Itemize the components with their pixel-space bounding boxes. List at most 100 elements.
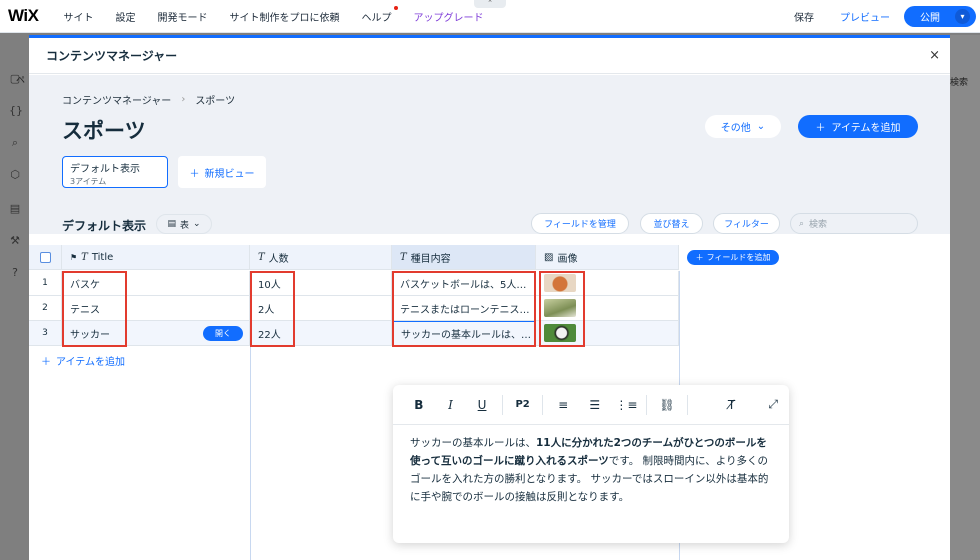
- nav-help-label: ヘルプ: [361, 12, 392, 24]
- row-number: 1: [29, 271, 62, 296]
- page-title: スポーツ: [62, 119, 146, 143]
- view-card-name: デフォルト表示: [70, 164, 140, 175]
- sort-button[interactable]: 並び替え: [640, 213, 703, 234]
- nav-help[interactable]: ヘルプ: [350, 5, 402, 24]
- bullet-list-icon[interactable]: ☰: [579, 398, 611, 412]
- wix-top-bar: WiX サイト 設定 開発モード サイト制作をプロに依頼 ヘルプ アップグレード…: [0, 0, 980, 33]
- header-image[interactable]: ▨ 画像: [536, 245, 679, 270]
- top-right-actions: 保存 プレビュー 公開 ▾: [782, 5, 980, 27]
- row-number: 2: [29, 296, 62, 321]
- filter-button[interactable]: フィルター: [713, 213, 780, 234]
- add-item-button[interactable]: ＋ アイテムを追加: [798, 115, 918, 138]
- nav-site[interactable]: サイト: [52, 9, 104, 24]
- editor-right-strip: 検索: [950, 35, 980, 560]
- chevron-down-icon: ⌄: [756, 121, 766, 132]
- new-view-button[interactable]: ＋ 新規ビュー: [178, 156, 266, 188]
- chevron-down-icon[interactable]: ▾: [955, 8, 970, 24]
- collapse-toolbar-tab[interactable]: ⌃: [474, 0, 506, 8]
- add-item-label: アイテムを追加: [831, 123, 901, 134]
- rte-content[interactable]: サッカーの基本ルールは、11人に分かれた2つのチームがひとつのボールを使って互い…: [393, 425, 789, 515]
- manage-fields-button[interactable]: フィールドを管理: [531, 213, 629, 234]
- highlight-box-count: [250, 271, 295, 347]
- nav-upgrade[interactable]: アップグレード: [402, 9, 494, 24]
- view-title: デフォルト表示: [62, 219, 147, 233]
- paragraph-style-button[interactable]: P2: [507, 399, 539, 410]
- plus-icon: ＋: [41, 357, 51, 368]
- code-icon[interactable]: {}: [9, 105, 23, 117]
- search-placeholder: 検索: [809, 220, 828, 230]
- highlight-box-desc: [392, 271, 536, 347]
- bold-button[interactable]: B: [403, 398, 435, 412]
- underlay-text-left: ペ: [16, 76, 26, 86]
- plus-icon: ＋: [189, 168, 200, 180]
- modal-header: コンテンツマネージャー: [29, 38, 950, 74]
- toolbar-divider: [542, 394, 544, 415]
- nav-hire-pro[interactable]: サイト制作をプロに依頼: [218, 9, 350, 24]
- rte-toolbar: B I U P2 ≡ ☰ ⋮≡ ⛓ T̸ ⤢: [393, 385, 789, 425]
- search-icon: ⌕: [799, 218, 805, 229]
- underlay-text-right: 検索: [950, 78, 969, 88]
- breadcrumb-root[interactable]: コンテンツマネージャー: [62, 92, 171, 107]
- flag-icon: ⚑: [70, 252, 78, 262]
- new-view-label: 新規ビュー: [204, 168, 255, 180]
- nav-dev-mode[interactable]: 開発モード: [146, 9, 218, 24]
- numbered-list-icon[interactable]: ⋮≡: [611, 398, 643, 412]
- highlight-box-title: [62, 271, 127, 347]
- header-count[interactable]: T 人数: [250, 245, 392, 270]
- select-all-cell: [29, 245, 62, 270]
- add-item-row[interactable]: ＋ アイテムを追加: [41, 353, 125, 368]
- rte-text-before: サッカーの基本ルールは、: [410, 437, 536, 449]
- plus-icon: ＋: [695, 253, 704, 262]
- add-item-row-label: アイテムを追加: [56, 357, 125, 368]
- preview-button[interactable]: プレビュー: [826, 9, 904, 24]
- more-actions-button[interactable]: その他 ⌄: [705, 115, 781, 138]
- chevron-right-icon: ›: [181, 94, 186, 105]
- search-input[interactable]: ⌕ 検索: [790, 213, 918, 234]
- expand-icon[interactable]: ⤢: [757, 397, 789, 412]
- nav-settings[interactable]: 設定: [104, 9, 146, 24]
- align-left-icon[interactable]: ≡: [547, 398, 579, 412]
- breadcrumb: コンテンツマネージャー › スポーツ: [62, 92, 235, 107]
- clear-format-icon[interactable]: T̸: [716, 398, 748, 412]
- save-button[interactable]: 保存: [782, 9, 826, 24]
- add-field-button[interactable]: ＋ フィールドを追加: [687, 250, 779, 265]
- underline-button[interactable]: U: [466, 398, 498, 412]
- package-icon[interactable]: ⬡: [9, 169, 21, 181]
- header-desc[interactable]: T 種目内容: [392, 245, 536, 270]
- plus-icon: ＋: [815, 123, 826, 134]
- layout-select[interactable]: ▤ 表 ⌄: [156, 214, 212, 234]
- wix-logo[interactable]: WiX: [0, 6, 52, 26]
- chevron-down-icon: ⌄: [192, 219, 201, 229]
- column-divider: [250, 347, 251, 560]
- highlight-box-image: [539, 271, 585, 347]
- header-count-label: 人数: [268, 253, 289, 265]
- header-image-label: 画像: [557, 253, 578, 265]
- toolbar-divider: [686, 394, 688, 415]
- header-title-label: Title: [91, 251, 114, 263]
- toolbar-divider: [646, 394, 648, 415]
- search-icon[interactable]: ⌕: [9, 137, 21, 149]
- header-title[interactable]: ⚑ T Title: [62, 245, 250, 270]
- italic-button[interactable]: I: [435, 398, 467, 412]
- database-icon[interactable]: ▤: [9, 203, 21, 215]
- add-field-label: フィールドを追加: [706, 253, 771, 262]
- image-type-icon: ▨: [544, 251, 554, 263]
- tools-icon[interactable]: ⚒: [9, 235, 21, 247]
- open-item-button[interactable]: 開く: [203, 326, 243, 341]
- select-all-checkbox[interactable]: [39, 251, 51, 263]
- top-nav: サイト 設定 開発モード サイト制作をプロに依頼 ヘルプ アップグレード: [52, 5, 494, 24]
- view-card-default[interactable]: デフォルト表示 3アイテム: [62, 156, 168, 188]
- close-icon[interactable]: ×: [929, 48, 940, 63]
- rich-text-editor-popup: B I U P2 ≡ ☰ ⋮≡ ⛓ T̸ ⤢ サッカーの基本ルールは、11人に分…: [393, 385, 789, 543]
- content-manager-modal: コンテンツマネージャー × コンテンツマネージャー › スポーツ スポーツ その…: [29, 35, 950, 560]
- table-header-row: ⚑ T Title T 人数 T 種目内容 ▨ 画像 ＋ フィールドを追加: [29, 245, 779, 270]
- text-type-icon: T: [81, 251, 88, 263]
- breadcrumb-current: スポーツ: [195, 96, 236, 107]
- notification-dot: [394, 5, 399, 10]
- table-toolbar: デフォルト表示 ▤ 表 ⌄ フィールドを管理 並び替え フィルター ⌕ 検索: [29, 208, 950, 244]
- publish-button[interactable]: 公開 ▾: [904, 5, 976, 27]
- help-icon[interactable]: ?: [9, 267, 21, 279]
- link-icon[interactable]: ⛓: [651, 398, 683, 412]
- text-type-icon: T: [258, 251, 265, 263]
- header-desc-label: 種目内容: [410, 253, 451, 265]
